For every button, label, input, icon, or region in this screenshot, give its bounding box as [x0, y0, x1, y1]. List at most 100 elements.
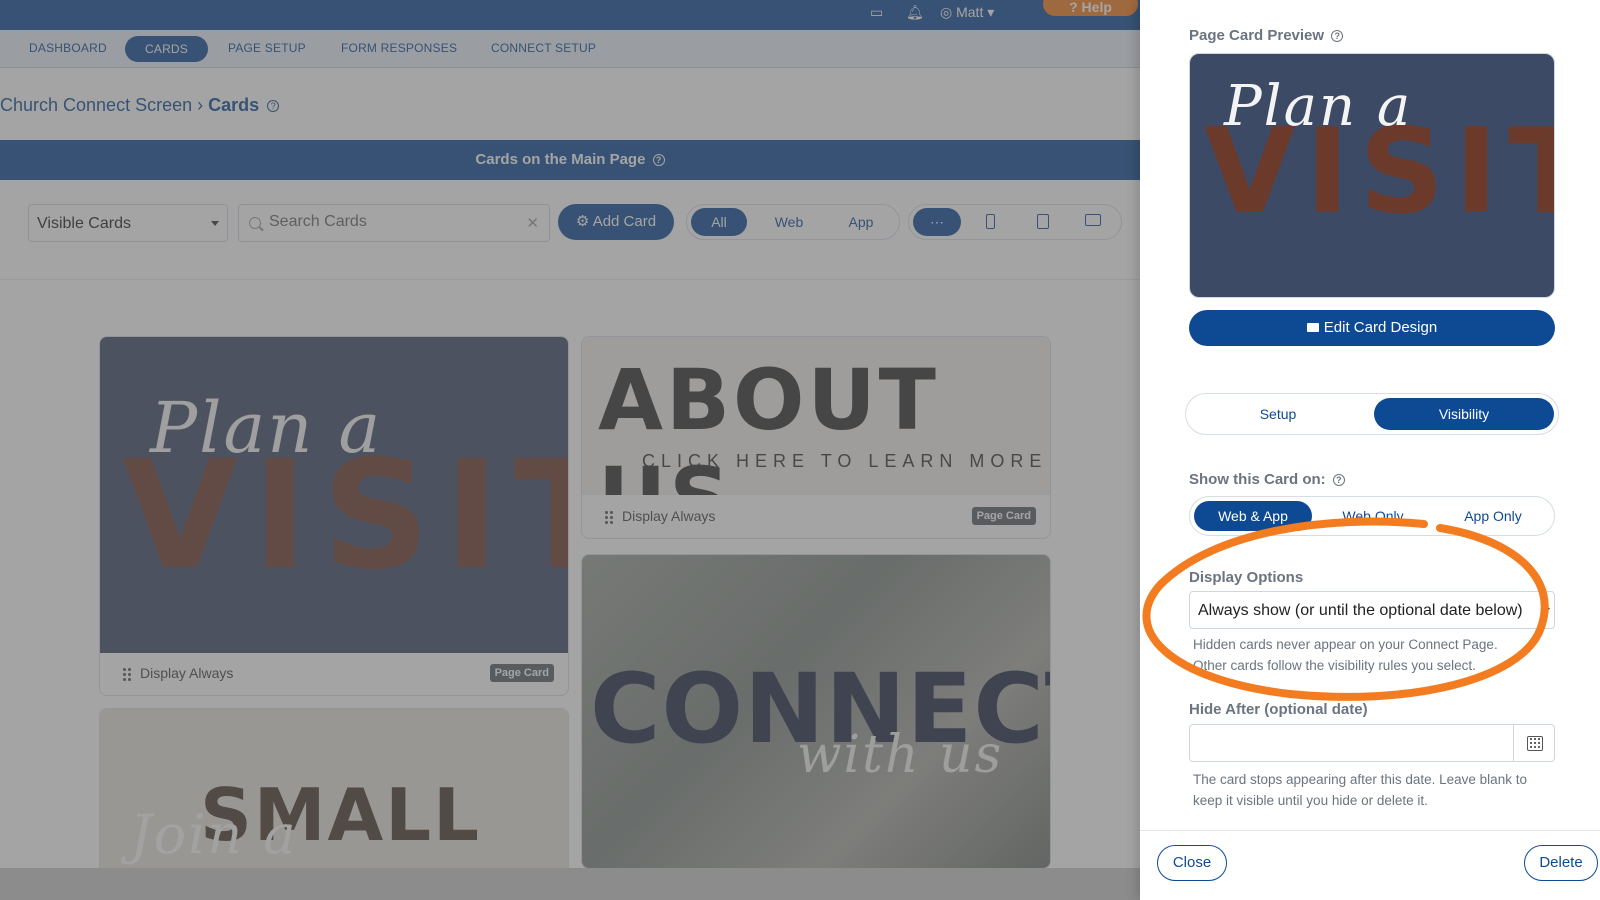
hide-after-hint: The card stops appearing after this date… [1193, 769, 1527, 811]
card-preview: VISIT Plan a [1189, 53, 1555, 298]
help-icon[interactable]: ? [1331, 30, 1344, 43]
user-icon: ◎ [940, 4, 953, 20]
main-app: ▭ 🔔︎ ◎ Matt ▾ ? Help DASHBOARD CARDS PAG… [0, 0, 1140, 900]
edit-card-design-label: Edit Card Design [1323, 319, 1438, 336]
hide-after-date-input[interactable] [1189, 724, 1514, 762]
show-on-label-text: Show this Card on: [1189, 471, 1326, 488]
bell-icon[interactable]: 🔔︎ [906, 4, 924, 21]
section-header: Cards on the Main Page ? [0, 140, 1140, 180]
card-artwork: VISIT Plan a [100, 337, 568, 653]
desktop-icon[interactable] [1085, 214, 1101, 226]
card-footer: Display Always Page Card [100, 651, 568, 695]
preview-label: Page Card Preview ? [1189, 27, 1344, 44]
display-options-select[interactable]: Always show (or until the optional date … [1189, 591, 1555, 629]
add-card-label: Add Card [592, 213, 657, 230]
show-web-and-app[interactable]: Web & App [1194, 501, 1312, 531]
card-plan-visit[interactable]: VISIT Plan a Display Always Page Card [99, 336, 569, 696]
card-connect[interactable]: CONNECT with us [581, 554, 1051, 869]
card-art-title: ABOUT US [598, 351, 939, 495]
display-hint-line-1: Hidden cards never appear on your Connec… [1193, 637, 1498, 652]
user-menu[interactable]: ◎ Matt ▾ [940, 4, 994, 21]
card-gallery: VISIT Plan a Display Always Page Card AB… [0, 296, 1140, 878]
help-label: Help [1081, 0, 1112, 15]
drag-handle-icon[interactable] [122, 667, 132, 681]
show-web-only[interactable]: Web Only [1314, 501, 1432, 531]
user-name: Matt [956, 4, 984, 20]
delete-button[interactable]: Delete [1524, 845, 1598, 881]
display-options-hint: Hidden cards never appear on your Connec… [1193, 634, 1498, 676]
platform-web[interactable]: Web [761, 208, 817, 236]
display-options-value: Always show (or until the optional date … [1198, 602, 1523, 619]
caret-down-icon [211, 221, 219, 226]
help-icon[interactable]: ? [652, 154, 665, 167]
breadcrumb-parent[interactable]: Church Connect Screen [0, 95, 192, 115]
show-on-label: Show this Card on: ? [1189, 471, 1345, 488]
panel-footer: Close Delete [1140, 830, 1600, 900]
display-options-label: Display Options [1189, 569, 1304, 586]
card-art-script: with us [797, 725, 1004, 785]
phone-icon[interactable] [986, 214, 995, 229]
card-type-badge: Page Card [971, 507, 1036, 525]
card-type-badge: Page Card [489, 664, 554, 682]
search-input[interactable] [269, 213, 509, 231]
card-small-groups[interactable]: SMALL Join a [99, 708, 569, 878]
nav-form-responses[interactable]: FORM RESPONSES [341, 41, 457, 55]
section-title: Cards on the Main Page [475, 151, 646, 168]
tab-setup[interactable]: Setup [1190, 398, 1366, 430]
drag-handle-icon[interactable] [604, 510, 614, 524]
gear-icon: ⚙ [575, 213, 590, 230]
clear-icon[interactable]: ✕ [526, 214, 539, 232]
search-field[interactable]: ✕ [238, 204, 550, 242]
hide-hint-line-1: The card stops appearing after this date… [1193, 772, 1527, 787]
chevron-right-icon: › [197, 95, 209, 115]
edit-card-design-button[interactable]: Edit Card Design [1189, 310, 1555, 346]
card-art-script: Join a [130, 803, 298, 866]
card-art-script: Plan a [150, 387, 383, 469]
show-on-selector: Web & App Web Only App Only [1189, 496, 1555, 536]
platform-filter: All Web App [686, 204, 900, 240]
image-icon [1306, 323, 1319, 332]
tab-visibility[interactable]: Visibility [1374, 398, 1554, 430]
card-settings-panel: Page Card Preview ? VISIT Plan a Edit Ca… [1140, 0, 1600, 900]
panel-tabs: Setup Visibility [1185, 393, 1559, 435]
top-bar: ▭ 🔔︎ ◎ Matt ▾ ? Help [0, 0, 1140, 30]
close-button[interactable]: Close [1157, 845, 1227, 881]
caret-down-icon [1544, 608, 1550, 612]
breadcrumb: Church Connect Screen › Cards ? [0, 95, 280, 116]
card-art-subtitle: CLICK HERE TO LEARN MORE [642, 451, 1048, 471]
help-button[interactable]: ? Help [1043, 0, 1138, 16]
nav-dashboard[interactable]: DASHBOARD [29, 41, 107, 55]
card-display-rule: Display Always [140, 665, 234, 681]
grid-view-icon[interactable]: ⋯ [913, 208, 961, 236]
add-card-button[interactable]: ⚙ Add Card [558, 204, 674, 240]
date-picker-button[interactable] [1513, 724, 1555, 762]
card-artwork: ABOUT US CLICK HERE TO LEARN MORE [582, 337, 1050, 495]
preview-label-text: Page Card Preview [1189, 27, 1325, 44]
help-icon[interactable]: ? [267, 100, 280, 113]
visibility-filter-select[interactable]: Visible Cards [28, 204, 228, 242]
device-preview-toggle: ⋯ [908, 204, 1122, 240]
help-icon[interactable]: ? [1332, 474, 1345, 487]
nav-page-setup[interactable]: PAGE SETUP [228, 41, 306, 55]
nav-cards[interactable]: CARDS [125, 36, 209, 62]
platform-app[interactable]: App [833, 208, 889, 236]
card-artwork: CONNECT with us [582, 555, 1050, 868]
tablet-icon[interactable] [1037, 214, 1049, 229]
card-artwork: SMALL Join a [100, 709, 568, 877]
filter-value: Visible Cards [37, 215, 131, 232]
card-about-us[interactable]: ABOUT US CLICK HERE TO LEARN MORE Displa… [581, 336, 1051, 539]
main-nav: DASHBOARD CARDS PAGE SETUP FORM RESPONSE… [0, 30, 1140, 68]
platform-all[interactable]: All [691, 208, 747, 236]
calendar-icon[interactable]: ▭ [870, 4, 883, 21]
card-display-rule: Display Always [622, 508, 716, 524]
hide-after-label: Hide After (optional date) [1189, 701, 1368, 718]
show-app-only[interactable]: App Only [1434, 501, 1552, 531]
breadcrumb-current: Cards [208, 95, 260, 115]
display-hint-line-2: Other cards follow the visibility rules … [1193, 658, 1476, 673]
search-icon [249, 217, 261, 229]
page-footer [0, 868, 1140, 900]
card-footer: Display Always Page Card [582, 494, 1050, 538]
preview-art-script: Plan a [1224, 74, 1413, 139]
hide-hint-line-2: keep it visible until you hide or delete… [1193, 793, 1428, 808]
nav-connect-setup[interactable]: CONNECT SETUP [491, 41, 596, 55]
